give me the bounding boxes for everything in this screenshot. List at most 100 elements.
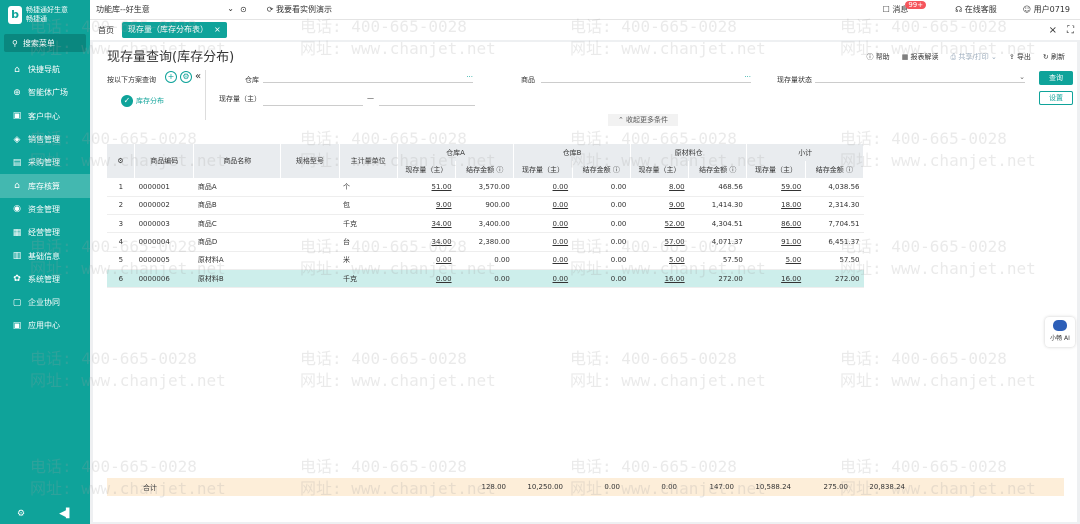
scheme-settings-icon[interactable]: ⚙ bbox=[180, 71, 192, 83]
header-qty[interactable]: 现存量（主） bbox=[397, 161, 457, 178]
qty-value[interactable]: 16.00 bbox=[665, 275, 685, 283]
cell-qty-link[interactable]: 5.00 bbox=[630, 251, 689, 270]
header-amount[interactable]: 结存金额 ⓘ bbox=[805, 161, 865, 178]
header-code[interactable]: 商品编码 bbox=[134, 144, 195, 178]
header-amount[interactable]: 结存金额 ⓘ bbox=[688, 161, 748, 178]
sidebar-item-cooperation[interactable]: ▢ 企业协同 bbox=[0, 291, 90, 314]
header-spec[interactable]: 规格型号 bbox=[280, 144, 340, 178]
qty-value[interactable]: 0.00 bbox=[553, 256, 569, 264]
cell-qty-link[interactable]: 0.00 bbox=[513, 178, 573, 197]
warehouse-picker-icon[interactable]: ··· bbox=[466, 73, 473, 81]
close-icon[interactable]: × bbox=[214, 22, 221, 38]
tab-home[interactable]: 首页 bbox=[90, 25, 122, 36]
qty-min-input[interactable] bbox=[263, 96, 363, 106]
cell-qty-link[interactable]: 0.00 bbox=[397, 251, 456, 270]
report-interpret-button[interactable]: ▦ 报表解读 bbox=[902, 52, 939, 62]
cell-qty-link[interactable]: 9.00 bbox=[397, 196, 456, 216]
settings-icon[interactable]: ⚙ bbox=[17, 509, 25, 519]
qty-value[interactable]: 9.00 bbox=[669, 201, 685, 209]
qty-value[interactable]: 59.00 bbox=[781, 183, 801, 191]
qty-value[interactable]: 57.00 bbox=[665, 238, 685, 246]
sidebar-item-home[interactable]: ⌂ 快捷导航 bbox=[0, 58, 90, 81]
collapse-conditions-button[interactable]: ⌃ 收起更多条件 bbox=[608, 114, 678, 126]
sidebar-item-basic-info[interactable]: ▥ 基础信息 bbox=[0, 244, 90, 267]
qty-max-input[interactable] bbox=[379, 96, 475, 106]
cell-qty-link[interactable]: 0.00 bbox=[513, 269, 573, 289]
warehouse-input[interactable]: ··· bbox=[263, 73, 473, 83]
status-select[interactable]: ⌄ bbox=[815, 73, 1025, 83]
query-button[interactable]: 查询 bbox=[1039, 71, 1073, 85]
ai-assistant-button[interactable]: 小畅 AI bbox=[1045, 317, 1075, 347]
cell-qty-link[interactable]: 34.00 bbox=[397, 232, 456, 252]
qty-value[interactable]: 34.00 bbox=[432, 220, 452, 228]
sidebar-item-inventory[interactable]: ⌂ 库存核算 bbox=[0, 174, 90, 198]
refresh-button[interactable]: ↻ 刷新 bbox=[1043, 52, 1065, 62]
sidebar-item-business[interactable]: ▦ 经营管理 bbox=[0, 221, 90, 244]
export-button[interactable]: ⇪ 导出 bbox=[1009, 52, 1031, 62]
help-button[interactable]: ⓘ 帮助 bbox=[866, 52, 889, 62]
product-picker-icon[interactable]: ··· bbox=[744, 73, 751, 81]
user-menu[interactable]: ☺ 用户0719 bbox=[1023, 4, 1070, 15]
sidebar-item-app-center[interactable]: ▣ 应用中心 bbox=[0, 314, 90, 337]
demo-link[interactable]: ⟳ 我要看实例演示 bbox=[267, 4, 332, 15]
close-all-icon[interactable]: × bbox=[1049, 25, 1057, 36]
table-row[interactable]: 6 0000006 原材料B 千克 0.00 0.00 0.00 0.00 16.00 272.0… bbox=[107, 269, 864, 289]
column-settings-icon[interactable]: ⚙ bbox=[107, 144, 136, 178]
qty-value[interactable]: 0.00 bbox=[553, 183, 569, 191]
function-lib-select[interactable]: 功能库--好生意 ⌄ bbox=[90, 4, 240, 15]
table-row[interactable]: 4 0000004 商品D 台 34.00 2,380.00 0.00 0.00 57.00 4,… bbox=[107, 232, 864, 252]
sidebar-item-fund[interactable]: ◉ 资金管理 bbox=[0, 198, 90, 221]
cell-qty-link[interactable]: 0.00 bbox=[513, 214, 573, 234]
cell-qty-link[interactable]: 34.00 bbox=[397, 214, 456, 234]
cell-qty-link[interactable]: 16.00 bbox=[746, 269, 806, 289]
online-service-button[interactable]: ☊ 在线客服 bbox=[955, 4, 997, 15]
messages-button[interactable]: ☐ 消息99+ bbox=[883, 1, 930, 15]
qty-value[interactable]: 0.00 bbox=[436, 256, 452, 264]
qty-value[interactable]: 9.00 bbox=[436, 201, 452, 209]
header-name[interactable]: 商品名称 bbox=[193, 144, 282, 178]
collapse-sidebar-icon[interactable]: ◀▌ bbox=[59, 509, 73, 519]
cell-qty-link[interactable]: 0.00 bbox=[513, 196, 573, 216]
qty-value[interactable]: 0.00 bbox=[553, 275, 569, 283]
header-unit[interactable]: 主计量单位 bbox=[339, 144, 398, 178]
header-amount[interactable]: 结存金额 ⓘ bbox=[455, 161, 515, 178]
qty-value[interactable]: 34.00 bbox=[432, 238, 452, 246]
header-qty[interactable]: 现存量（主） bbox=[746, 161, 806, 178]
fullscreen-icon[interactable]: ⛶ bbox=[1067, 25, 1074, 36]
header-amount[interactable]: 结存金额 ⓘ bbox=[572, 161, 631, 178]
settings-button[interactable]: 设置 bbox=[1039, 91, 1073, 105]
qty-value[interactable]: 52.00 bbox=[665, 220, 685, 228]
qty-value[interactable]: 0.00 bbox=[436, 275, 452, 283]
sidebar-search[interactable]: ⚲ 搜索菜单 bbox=[4, 34, 86, 52]
qty-value[interactable]: 51.00 bbox=[432, 183, 452, 191]
cell-qty-link[interactable]: 52.00 bbox=[630, 214, 689, 234]
cell-qty-link[interactable]: 91.00 bbox=[746, 232, 806, 252]
cell-qty-link[interactable]: 8.00 bbox=[630, 178, 689, 197]
product-input[interactable]: ··· bbox=[541, 73, 751, 83]
add-scheme-icon[interactable]: + bbox=[165, 71, 177, 83]
qty-value[interactable]: 0.00 bbox=[553, 201, 569, 209]
cell-qty-link[interactable]: 57.00 bbox=[630, 232, 689, 252]
cell-qty-link[interactable]: 18.00 bbox=[746, 196, 806, 216]
tab-stock-distribution[interactable]: 现存量（库存分布表） × bbox=[122, 22, 227, 38]
header-qty[interactable]: 现存量（主） bbox=[513, 161, 573, 178]
table-row[interactable]: 1 0000001 商品A 个 51.00 3,570.00 0.00 0.00 8.00 468… bbox=[107, 178, 864, 197]
table-row[interactable]: 5 0000005 原材料A 米 0.00 0.00 0.00 0.00 5.00 57.50 5.… bbox=[107, 251, 864, 270]
qty-value[interactable]: 18.00 bbox=[781, 201, 801, 209]
qty-value[interactable]: 0.00 bbox=[553, 220, 569, 228]
qty-value[interactable]: 0.00 bbox=[553, 238, 569, 246]
cell-qty-link[interactable]: 59.00 bbox=[746, 178, 806, 197]
sidebar-item-robot[interactable]: ⊕ 智能体广场 bbox=[0, 81, 90, 104]
qty-value[interactable]: 16.00 bbox=[781, 275, 801, 283]
qty-value[interactable]: 8.00 bbox=[669, 183, 685, 191]
cell-qty-link[interactable]: 5.00 bbox=[746, 251, 806, 270]
cell-qty-link[interactable]: 51.00 bbox=[397, 178, 456, 197]
cell-qty-link[interactable]: 0.00 bbox=[397, 269, 456, 289]
cell-qty-link[interactable]: 9.00 bbox=[630, 196, 689, 216]
cell-qty-link[interactable]: 0.00 bbox=[513, 251, 573, 270]
cell-qty-link[interactable]: 86.00 bbox=[746, 214, 806, 234]
qty-value[interactable]: 5.00 bbox=[669, 256, 685, 264]
header-qty[interactable]: 现存量（主） bbox=[630, 161, 690, 178]
qty-value[interactable]: 5.00 bbox=[786, 256, 802, 264]
sidebar-item-system[interactable]: ✿ 系统管理 bbox=[0, 268, 90, 291]
